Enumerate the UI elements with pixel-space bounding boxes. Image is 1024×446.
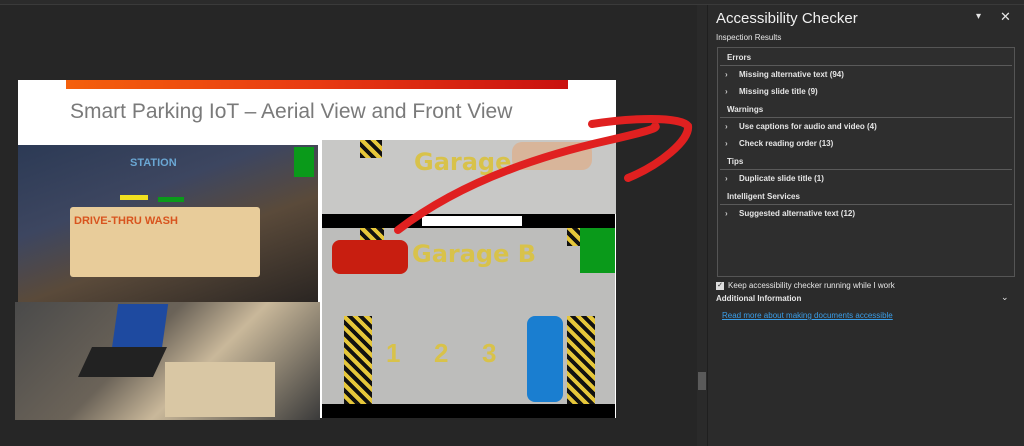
pane-options-icon[interactable]: ▾ (976, 11, 981, 22)
inspection-results-list: Errors › Missing alternative text (94) › M… (717, 47, 1015, 277)
additional-information-header[interactable]: Additional Information (716, 294, 801, 303)
pane-title: Accessibility Checker (716, 10, 858, 27)
result-item[interactable]: › Check reading order (13) (718, 135, 1014, 152)
result-label: Duplicate slide title (1) (739, 174, 824, 183)
chevron-right-icon: › (725, 209, 728, 218)
result-item[interactable]: › Missing alternative text (94) (718, 66, 1014, 83)
section-warnings: Warnings (720, 100, 1012, 118)
result-item[interactable]: › Use captions for audio and video (4) (718, 118, 1014, 135)
result-label: Suggested alternative text (12) (739, 209, 856, 218)
result-label: Check reading order (13) (739, 139, 834, 148)
section-tips: Tips (720, 152, 1012, 170)
chevron-right-icon: › (725, 122, 728, 131)
section-intelligent-services: Intelligent Services (720, 187, 1012, 205)
inspection-results-label: Inspection Results (716, 33, 782, 42)
result-label: Missing slide title (9) (739, 87, 818, 96)
ink-annotation-arrow (394, 115, 692, 234)
accessibility-checker-pane: Accessibility Checker ▾ ✕ Inspection Res… (708, 5, 1024, 446)
result-item[interactable]: › Missing slide title (9) (718, 83, 1014, 100)
section-errors: Errors (720, 48, 1012, 66)
chevron-down-icon[interactable]: ⌄ (1001, 292, 1009, 303)
chevron-right-icon: › (725, 70, 728, 79)
scrollbar-thumb[interactable] (698, 372, 706, 390)
checkbox-checked-icon[interactable]: ✓ (716, 281, 724, 290)
chevron-right-icon: › (725, 174, 728, 183)
checkbox-label: Keep accessibility checker running while… (728, 281, 895, 290)
keep-running-checkbox[interactable]: ✓ Keep accessibility checker running whil… (716, 281, 895, 290)
chevron-right-icon: › (725, 87, 728, 96)
vertical-scrollbar[interactable] (697, 5, 707, 446)
result-label: Use captions for audio and video (4) (739, 122, 877, 131)
result-item[interactable]: › Duplicate slide title (1) (718, 170, 1014, 187)
read-more-link[interactable]: Read more about making documents accessi… (722, 311, 893, 320)
result-label: Missing alternative text (94) (739, 70, 844, 79)
result-item[interactable]: › Suggested alternative text (12) (718, 205, 1014, 222)
chevron-right-icon: › (725, 139, 728, 148)
close-icon[interactable]: ✕ (1000, 9, 1011, 25)
